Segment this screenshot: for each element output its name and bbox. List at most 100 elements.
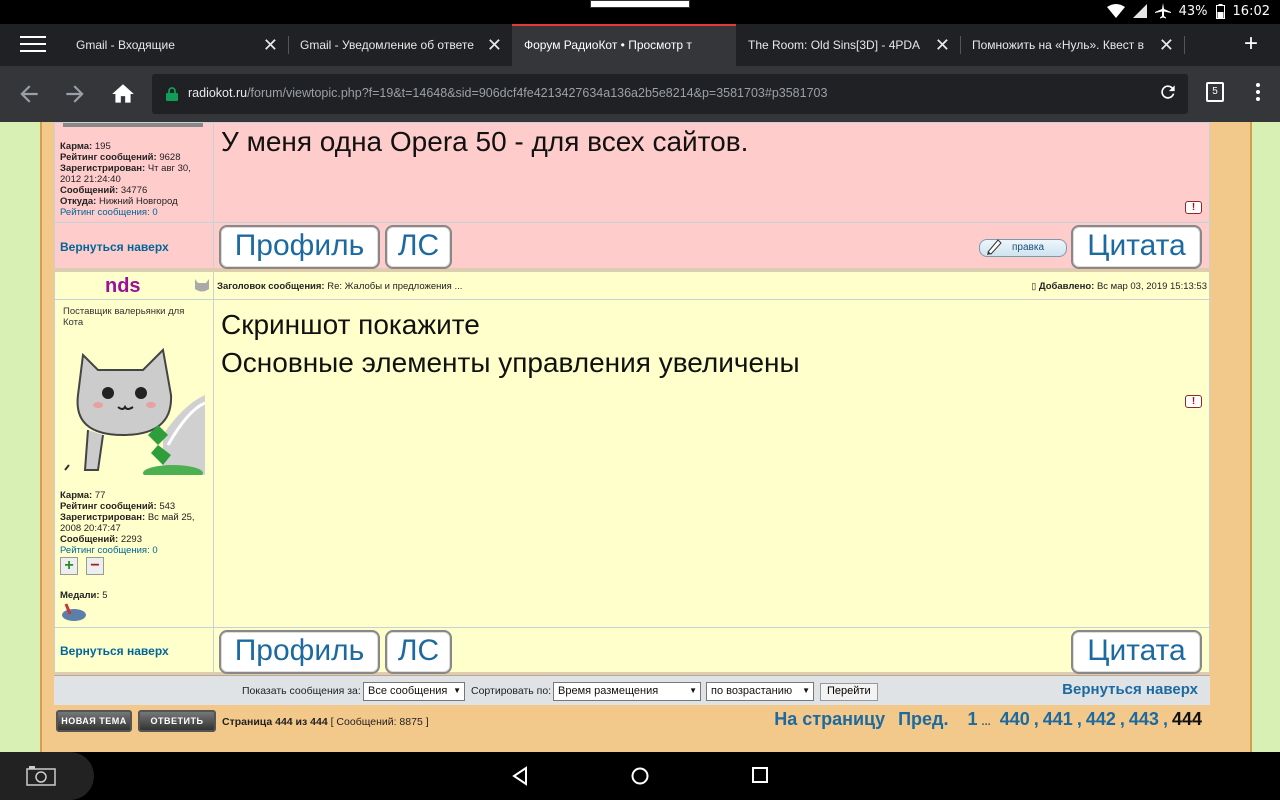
lock-icon	[166, 87, 178, 101]
screenshot-button[interactable]	[0, 752, 94, 800]
nav-back-icon[interactable]	[510, 766, 530, 786]
post-rating-link[interactable]: Рейтинг сообщения:	[60, 207, 150, 218]
clock: 16:02	[1232, 3, 1270, 19]
cat-status-icon	[195, 279, 209, 292]
tab-quest[interactable]: Помножить на «Нуль». Квест в ✕	[960, 24, 1184, 66]
author-stats: Карма: 77 Рейтинг сообщений: 543 Зарегис…	[60, 490, 210, 556]
post-date: ▯ Добавлено: Вс мар 03, 2019 15:13:53	[1031, 281, 1207, 292]
minus-icon[interactable]: −	[86, 557, 104, 575]
close-icon[interactable]: ✕	[487, 24, 502, 66]
stat-registered: Зарегистрирован: Чт авг 30, 2012 21:24:4…	[60, 163, 191, 185]
tab-title: Форум РадиоКот • Просмотр т	[524, 38, 692, 52]
stat-karma: Карма: 77	[60, 490, 106, 501]
battery-percent: 43%	[1178, 3, 1208, 19]
post-body: У меня одна Opera 50 - для всех сайтов.	[221, 126, 749, 157]
page-links: На страницу Пред. 1... 440, 441, 442, 443, 4…	[774, 709, 1202, 729]
tab-title: Gmail - Уведомление об ответе	[300, 38, 474, 52]
plus-icon[interactable]: +	[60, 557, 78, 575]
sort-label: Сортировать по:	[471, 685, 552, 697]
reply-button[interactable]: ОТВЕТИТЬ	[138, 710, 216, 732]
page-link-442[interactable]: 442	[1086, 709, 1116, 729]
stat-from: Откуда: Нижний Новгород	[60, 196, 178, 207]
reload-icon[interactable]	[1158, 82, 1178, 102]
forward-arrow-icon[interactable]	[62, 81, 88, 107]
post-previous: Карма: 195 Рейтинг сообщений: 9628 Зарег…	[54, 122, 1211, 269]
post-line-2: Основные элементы управления увеличены	[221, 347, 800, 378]
sort-order-select[interactable]: по возрастанию	[706, 682, 814, 701]
back-to-top-link[interactable]: Вернуться наверх	[60, 644, 169, 658]
stat-messages: Сообщений: 2293	[60, 534, 142, 545]
url-path: /forum/viewtopic.php?f=19&t=14648&sid=90…	[247, 86, 828, 100]
current-page: 444	[1171, 709, 1202, 729]
close-icon[interactable]: ✕	[935, 24, 950, 66]
stat-rating: Рейтинг сообщений: 9628	[60, 152, 181, 163]
status-bar: 43% 16:02	[0, 0, 1280, 24]
tab-gmail-inbox[interactable]: Gmail - Входящие ✕	[64, 24, 288, 66]
camera-icon	[26, 766, 56, 786]
new-topic-button[interactable]: НОВАЯ ТЕМА	[56, 710, 132, 732]
tab-switcher-button[interactable]: 5	[1206, 82, 1224, 102]
pm-button[interactable]: ЛС	[385, 630, 452, 674]
back-arrow-icon[interactable]	[16, 81, 42, 107]
home-icon[interactable]	[110, 81, 136, 107]
back-to-top-link[interactable]: Вернуться наверх	[60, 240, 169, 254]
system-nav-bar	[0, 752, 1280, 800]
page-link-440[interactable]: 440	[1000, 709, 1030, 729]
profile-button[interactable]: Профиль	[219, 630, 380, 674]
edit-button[interactable]: правка	[979, 239, 1067, 257]
author-rank: Поставщик валерьянки для Кота	[63, 306, 185, 328]
avatar	[63, 123, 203, 127]
back-to-top-link[interactable]: Вернуться наверх	[1062, 681, 1198, 698]
page-link-1[interactable]: 1	[968, 709, 978, 729]
url-host: radiokot.ru	[188, 86, 248, 100]
close-icon[interactable]: ✕	[1159, 24, 1174, 66]
page-link-443[interactable]: 443	[1129, 709, 1159, 729]
tab-title: Gmail - Входящие	[76, 38, 175, 52]
tab-strip: Gmail - Входящие ✕ Gmail - Уведомление о…	[0, 24, 1280, 66]
post-author-column: Поставщик валерьянки для Кота Карма: 77 …	[55, 300, 214, 628]
profile-button[interactable]: Профиль	[219, 225, 380, 269]
goto-label: На страницу	[774, 709, 886, 729]
show-period-select[interactable]: Все сообщения	[363, 682, 465, 701]
nav-recents-icon[interactable]	[751, 766, 769, 784]
medals: Медали: 5	[60, 590, 108, 601]
tab-menu-button[interactable]	[20, 36, 46, 54]
post-rating-link[interactable]: Рейтинг сообщения:	[60, 545, 150, 556]
page-link-441[interactable]: 441	[1043, 709, 1073, 729]
prev-page-link[interactable]: Пред.	[898, 709, 948, 729]
pages-ellipsis: ...	[981, 716, 991, 728]
tab-gmail-notification[interactable]: Gmail - Уведомление об ответе ✕	[288, 24, 512, 66]
stat-rating: Рейтинг сообщений: 543	[60, 501, 176, 512]
post-actions: Вернуться наверх Профиль ЛС Цитата	[55, 627, 1211, 675]
airplane-icon	[1154, 3, 1171, 19]
overflow-menu-icon[interactable]	[1256, 83, 1260, 104]
go-button[interactable]: Перейти	[820, 683, 878, 701]
nav-home-icon[interactable]	[630, 766, 650, 786]
wifi-icon	[1106, 4, 1125, 18]
edit-label: правка	[1012, 242, 1045, 253]
report-icon[interactable]: !	[1185, 395, 1202, 408]
post-header: nds Заголовок сообщения: Re: Жалобы и пр…	[55, 272, 1211, 300]
post-icon[interactable]: ▯	[1031, 281, 1036, 291]
stat-karma: Карма: 195	[60, 141, 111, 152]
url-text[interactable]: radiokot.ru/forum/viewtopic.php?f=19&t=1…	[188, 86, 827, 100]
quote-button[interactable]: Цитата	[1071, 225, 1202, 269]
post-body: Скриншот покажите Основные элементы упра…	[221, 306, 800, 382]
address-bar[interactable]: radiokot.ru/forum/viewtopic.php?f=19&t=1…	[152, 74, 1188, 114]
quote-button[interactable]: Цитата	[1071, 630, 1202, 674]
post-subject: Заголовок сообщения: Re: Жалобы и предло…	[217, 281, 463, 292]
report-icon[interactable]: !	[1185, 201, 1202, 214]
new-tab-button[interactable]: +	[1244, 32, 1258, 56]
pm-button[interactable]: ЛС	[385, 225, 452, 269]
tab-radiokot-forum[interactable]: Форум РадиоКот • Просмотр т	[512, 24, 736, 66]
medal-icon[interactable]	[60, 602, 88, 622]
post-author-name[interactable]: nds	[105, 275, 141, 298]
close-icon[interactable]: ✕	[263, 24, 278, 66]
signal-icon	[1132, 4, 1147, 18]
sort-by-select[interactable]: Время размещения	[553, 682, 701, 701]
post-current: nds Заголовок сообщения: Re: Жалобы и пр…	[54, 271, 1211, 675]
tab-4pda[interactable]: The Room: Old Sins[3D] - 4PDA ✕	[736, 24, 960, 66]
post-rating: Рейтинг сообщения: 0	[60, 545, 158, 556]
tab-title: The Room: Old Sins[3D] - 4PDA	[748, 38, 921, 52]
page-info: Страница 444 из 444 [ Сообщений: 8875 ]	[222, 716, 429, 728]
